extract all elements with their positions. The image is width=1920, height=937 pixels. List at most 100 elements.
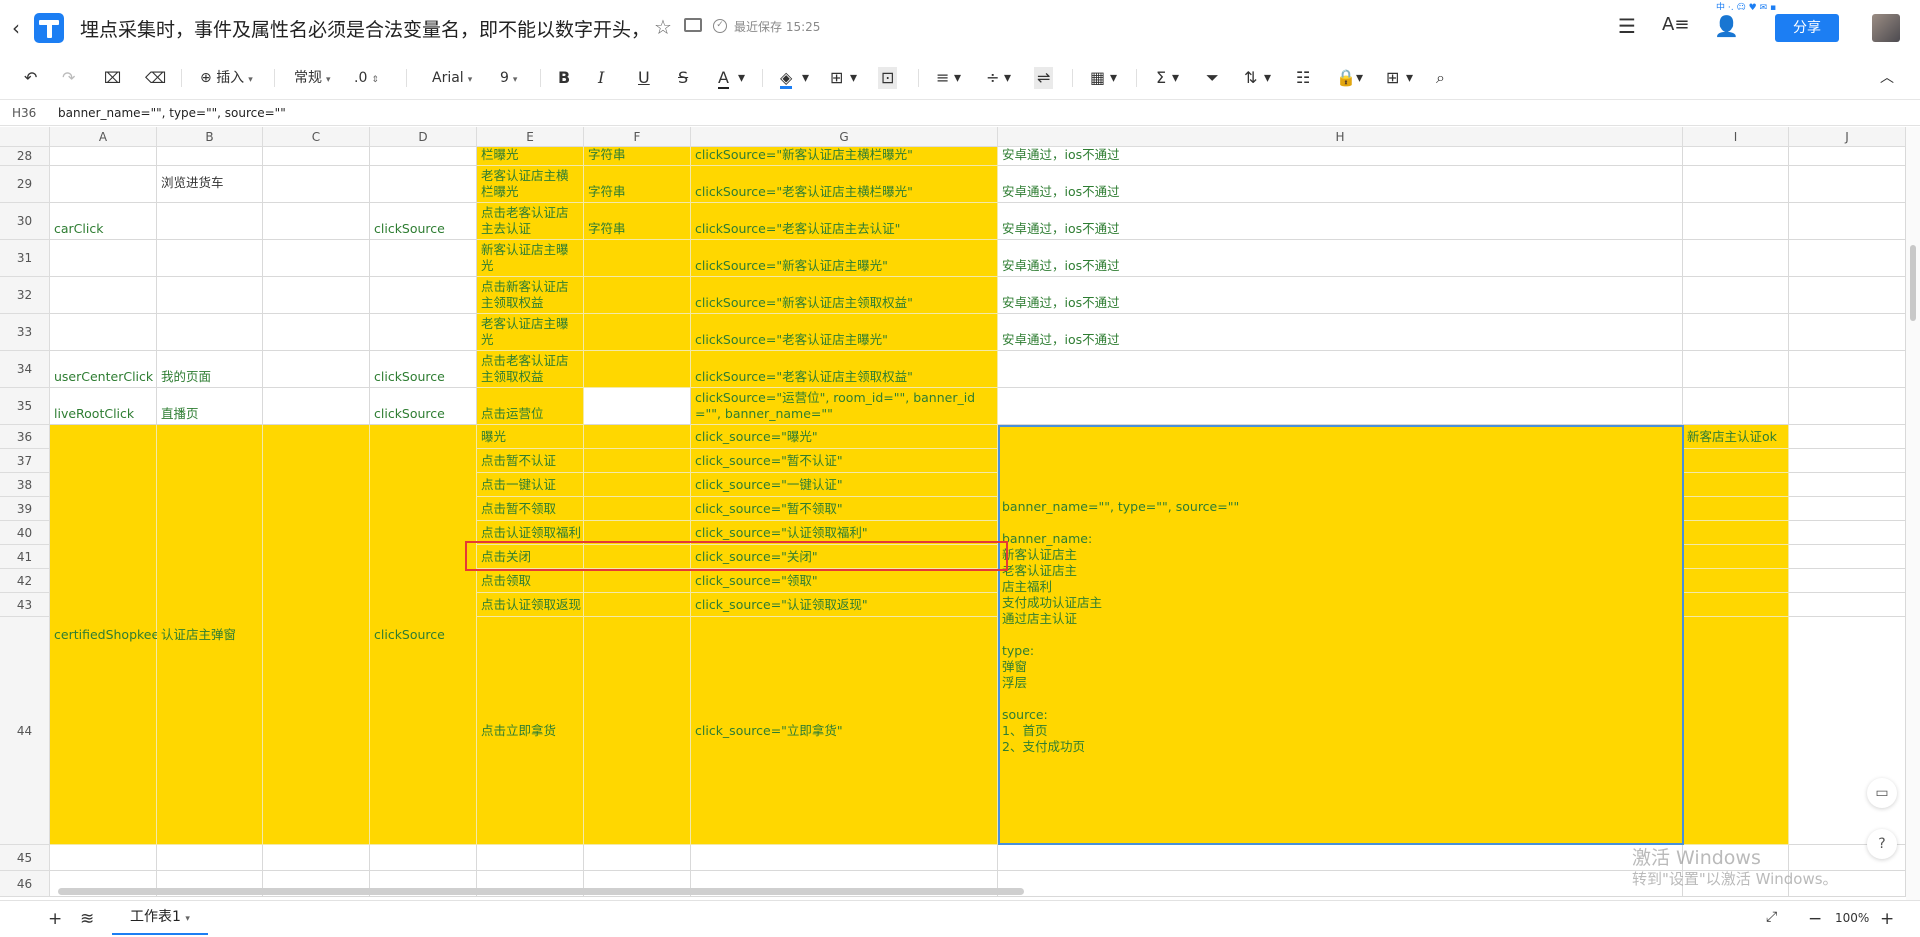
row-header-39[interactable]: 39: [0, 497, 50, 521]
cell-I30[interactable]: [1683, 203, 1789, 240]
sort-icon[interactable]: ⇅: [1244, 67, 1257, 89]
freeze-icon[interactable]: ☷: [1296, 67, 1310, 89]
collapse-toolbar-icon[interactable]: ︿: [1880, 67, 1894, 89]
cell-H46[interactable]: [998, 871, 1683, 897]
merge-cells-icon[interactable]: ⊡: [878, 67, 898, 89]
cell-H29[interactable]: 安卓通过，ios不通过: [998, 166, 1683, 203]
column-header-A[interactable]: A: [50, 127, 157, 147]
cell-G43[interactable]: click_source="认证领取返现": [691, 593, 998, 617]
cell-B34[interactable]: 我的页面: [157, 351, 263, 388]
wrap-text-icon[interactable]: ⇌: [1034, 67, 1054, 89]
cell-C31[interactable]: [263, 240, 370, 277]
align-icon[interactable]: ≡: [936, 67, 949, 89]
sort-dropdown[interactable]: ▾: [1264, 67, 1271, 89]
cell-I43[interactable]: [1683, 593, 1789, 617]
cell-J42[interactable]: [1789, 569, 1906, 593]
cell-J35[interactable]: [1789, 388, 1906, 425]
cell-J34[interactable]: [1789, 351, 1906, 388]
lock-icon[interactable]: 🔒: [1336, 67, 1356, 89]
avatar[interactable]: [1872, 14, 1900, 42]
row-header-31[interactable]: 31: [0, 240, 50, 277]
folder-icon[interactable]: [684, 18, 702, 32]
cell-E37[interactable]: 点击暂不认证: [477, 449, 584, 473]
row-header-40[interactable]: 40: [0, 521, 50, 545]
cell-J39[interactable]: [1789, 497, 1906, 521]
sheet-tab[interactable]: 工作表1 ▾: [112, 901, 208, 935]
cell-G28[interactable]: clickSource="新客认证店主横栏曝光": [691, 147, 998, 166]
cell-E32[interactable]: 点击新客认证店主领取权益: [477, 277, 584, 314]
search-icon[interactable]: ⌕: [1436, 67, 1445, 89]
cell-B33[interactable]: [157, 314, 263, 351]
share-button[interactable]: 分享: [1775, 14, 1839, 42]
cell-A31[interactable]: [50, 240, 157, 277]
vertical-align-dropdown[interactable]: ▾: [1004, 67, 1011, 89]
bold-icon[interactable]: B: [558, 67, 570, 89]
cell-I32[interactable]: [1683, 277, 1789, 314]
cell-J36[interactable]: [1789, 425, 1906, 449]
cell-A33[interactable]: [50, 314, 157, 351]
cell-J33[interactable]: [1789, 314, 1906, 351]
cell-J41[interactable]: [1789, 545, 1906, 569]
cell-C29[interactable]: [263, 166, 370, 203]
cell-G39[interactable]: click_source="暂不领取": [691, 497, 998, 521]
cell-E44[interactable]: 点击立即拿货: [477, 617, 584, 845]
italic-icon[interactable]: I: [598, 67, 604, 89]
eraser-icon[interactable]: ⌫: [145, 67, 166, 89]
row-header-34[interactable]: 34: [0, 351, 50, 388]
row-header-46[interactable]: 46: [0, 871, 50, 897]
row-header-35[interactable]: 35: [0, 388, 50, 425]
cell-A28[interactable]: [50, 147, 157, 166]
cell-C34[interactable]: [263, 351, 370, 388]
cell-D45[interactable]: [370, 845, 477, 871]
cell-G45[interactable]: [691, 845, 998, 871]
cell-F45[interactable]: [584, 845, 691, 871]
add-sheet-icon[interactable]: +: [48, 909, 62, 929]
column-header-E[interactable]: E: [477, 127, 584, 147]
cell-F38[interactable]: [584, 473, 691, 497]
horizontal-scroll-thumb[interactable]: [58, 888, 1024, 895]
fit-screen-icon[interactable]: ⤢: [1766, 909, 1777, 925]
cell-E43[interactable]: 点击认证领取返现: [477, 593, 584, 617]
cell-H35[interactable]: [998, 388, 1683, 425]
menu-icon[interactable]: ☰: [1618, 14, 1636, 38]
cell-F37[interactable]: [584, 449, 691, 473]
vertical-scrollbar[interactable]: [1906, 127, 1920, 900]
align-dropdown[interactable]: ▾: [954, 67, 961, 89]
cell-H30[interactable]: 安卓通过，ios不通过: [998, 203, 1683, 240]
add-collaborator-icon[interactable]: 👤: [1714, 14, 1739, 38]
cell-E45[interactable]: [477, 845, 584, 871]
cell-H32[interactable]: 安卓通过，ios不通过: [998, 277, 1683, 314]
cell-C30[interactable]: [263, 203, 370, 240]
column-header-D[interactable]: D: [370, 127, 477, 147]
cell-J43[interactable]: [1789, 593, 1906, 617]
cell-J40[interactable]: [1789, 521, 1906, 545]
cell-I36[interactable]: 新客店主认证ok: [1683, 425, 1789, 449]
table-dropdown[interactable]: ▾: [1406, 67, 1413, 89]
cell-E29[interactable]: 老客认证店主横栏曝光: [477, 166, 584, 203]
cell-J31[interactable]: [1789, 240, 1906, 277]
cell-E33[interactable]: 老客认证店主曝光: [477, 314, 584, 351]
number-format-select[interactable]: 常规 ▾: [294, 67, 331, 89]
cell-G30[interactable]: clickSource="老客认证店主去认证": [691, 203, 998, 240]
conditional-format-icon[interactable]: ▦: [1090, 67, 1105, 89]
fill-color-icon[interactable]: ◈: [780, 67, 793, 89]
zoom-out-icon[interactable]: −: [1808, 909, 1822, 929]
cell-I37[interactable]: [1683, 449, 1789, 473]
cell-B28[interactable]: [157, 147, 263, 166]
column-header-J[interactable]: J: [1789, 127, 1906, 147]
cell-A30[interactable]: carClick: [50, 203, 157, 240]
cell-F31[interactable]: [584, 240, 691, 277]
cell-I41[interactable]: [1683, 545, 1789, 569]
cell-F29[interactable]: 字符串: [584, 166, 691, 203]
cell-E38[interactable]: 点击一键认证: [477, 473, 584, 497]
font-size-select[interactable]: 9 ▾: [500, 67, 517, 89]
cell-F34[interactable]: [584, 351, 691, 388]
cell-H33[interactable]: 安卓通过，ios不通过: [998, 314, 1683, 351]
cell-J38[interactable]: [1789, 473, 1906, 497]
cell-G42[interactable]: click_source="领取": [691, 569, 998, 593]
cell-G35[interactable]: clickSource="运营位", room_id="", banner_id…: [691, 388, 998, 425]
cell-J28[interactable]: [1789, 147, 1906, 166]
cell-J44[interactable]: [1789, 617, 1906, 845]
row-header-33[interactable]: 33: [0, 314, 50, 351]
column-header-F[interactable]: F: [584, 127, 691, 147]
